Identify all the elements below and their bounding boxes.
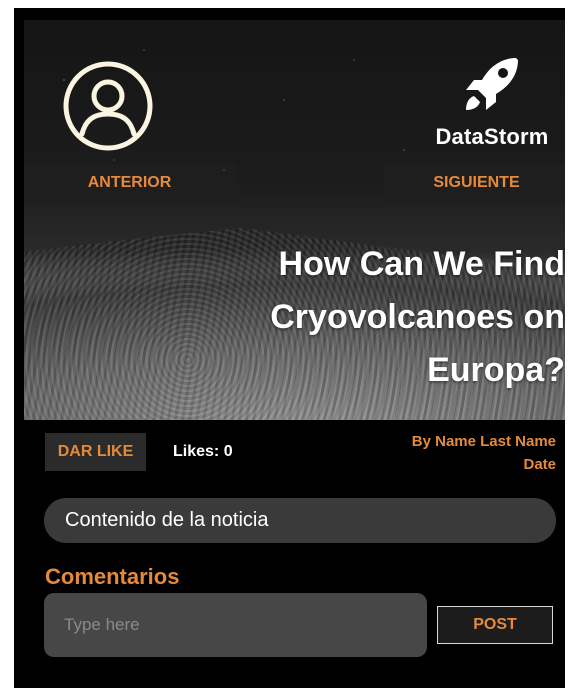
article-date: Date (523, 456, 556, 473)
likes-count: Likes: 0 (173, 443, 233, 460)
article-title-line: Europa? (427, 351, 565, 389)
article-author: By Name Last Name (411, 433, 556, 450)
rocket-icon (466, 58, 518, 110)
profile-button[interactable] (62, 60, 154, 152)
article-title-line: How Can We Find (278, 245, 565, 283)
app-screen: DataStorm ANTERIOR SIGUIENTE How Can We … (14, 8, 577, 688)
next-button[interactable]: SIGUIENTE (384, 164, 569, 202)
comment-input[interactable] (44, 593, 427, 657)
article-byline: By Name Last Name Date (412, 430, 556, 476)
brand-logo: DataStorm (422, 52, 562, 150)
comments-heading: Comentarios (45, 564, 180, 589)
user-circle-icon (63, 61, 153, 151)
article-title-line: Cryovolcanoes on (270, 298, 565, 336)
window-edge (565, 8, 577, 688)
brand-name: DataStorm (435, 124, 549, 149)
article-content: Contenido de la noticia (44, 498, 556, 543)
previous-button[interactable]: ANTERIOR (24, 164, 235, 202)
hero-banner: DataStorm ANTERIOR SIGUIENTE How Can We … (24, 20, 569, 420)
article-title: How Can We Find Cryovolcanoes on Europa? (205, 238, 565, 397)
post-comment-button[interactable]: POST (437, 606, 553, 644)
like-button[interactable]: DAR LIKE (45, 433, 146, 471)
